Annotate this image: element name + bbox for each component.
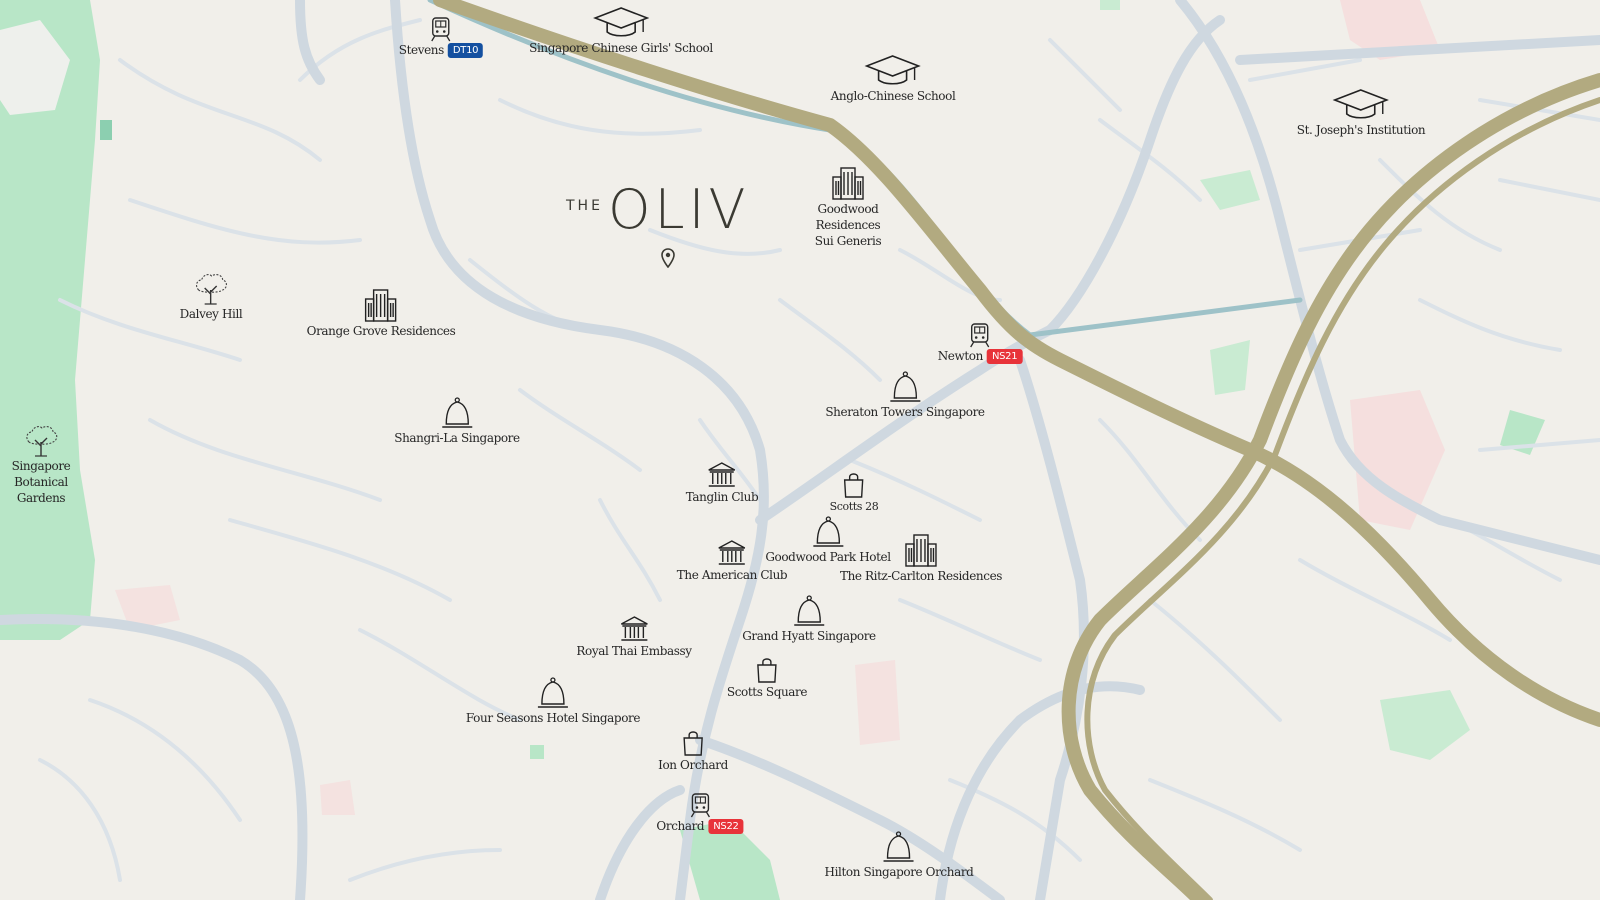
bell-icon xyxy=(890,371,920,402)
school-acs[interactable]: Anglo-Chinese School xyxy=(831,54,956,104)
shopping-scotts-square[interactable]: Scotts Square xyxy=(726,656,808,700)
poi-label: St. Joseph's Institution xyxy=(1296,123,1426,137)
park-dalvey-hill[interactable]: Dalvey Hill xyxy=(180,272,243,322)
poi-label: Singapore Botanical Gardens xyxy=(11,459,71,505)
tree-icon xyxy=(196,274,228,305)
school-scgs[interactable]: Singapore Chinese Girls' School xyxy=(529,6,713,56)
train-icon xyxy=(970,323,990,348)
bell-icon xyxy=(537,677,568,708)
graduation-cap-icon xyxy=(865,55,921,85)
shopping-bag-icon xyxy=(757,658,777,683)
station-label: Newton xyxy=(937,349,984,363)
line-badge: NS22 xyxy=(708,818,744,834)
location-pin-icon xyxy=(661,248,675,268)
poi-label: Shangri-La Singapore xyxy=(394,431,520,445)
park-botanic-gardens[interactable]: Singapore Botanical Gardens xyxy=(1,424,81,506)
club-tanglin[interactable]: Tanglin Club xyxy=(686,461,759,505)
brand-prefix: THE xyxy=(566,198,603,214)
hotel-sheraton[interactable]: Sheraton Towers Singapore xyxy=(825,370,985,420)
station-label: Orchard xyxy=(656,819,705,833)
embassy-royal-thai[interactable]: Royal Thai Embassy xyxy=(576,615,692,659)
poi-label: Singapore Chinese Girls' School xyxy=(529,41,713,55)
bell-icon xyxy=(812,516,843,547)
poi-label: Four Seasons Hotel Singapore xyxy=(465,711,641,725)
classical-building-icon xyxy=(620,616,648,641)
bell-icon xyxy=(883,831,914,862)
bell-icon xyxy=(441,397,472,428)
hotel-shangri-la[interactable]: Shangri-La Singapore xyxy=(394,396,520,446)
train-icon xyxy=(690,793,710,818)
building-icon xyxy=(832,167,864,200)
shopping-bag-icon xyxy=(683,731,703,756)
map[interactable]: THE OLIV Stevens DT10 Newton NS21 Orchar… xyxy=(0,0,1600,900)
poi-label: The American Club xyxy=(676,568,788,582)
poi-label: Sheraton Towers Singapore xyxy=(825,405,985,419)
graduation-cap-icon xyxy=(1333,89,1389,119)
train-icon xyxy=(431,17,451,42)
poi-label: Grand Hyatt Singapore xyxy=(742,629,876,643)
shopping-bag-icon xyxy=(844,473,864,498)
poi-label: Royal Thai Embassy xyxy=(576,644,692,658)
poi-label: Goodwood Residences Sui Generis xyxy=(814,202,882,248)
station-label: Stevens xyxy=(398,43,445,57)
poi-label: Dalvey Hill xyxy=(179,307,243,321)
station-stevens[interactable]: Stevens DT10 xyxy=(398,16,484,58)
brand-name: OLIV xyxy=(608,178,750,241)
tree-icon xyxy=(26,426,58,457)
classical-building-icon xyxy=(718,540,746,565)
brand-logo: THE OLIV xyxy=(566,180,745,276)
graduation-cap-icon xyxy=(592,7,649,37)
poi-label: Orange Grove Residences xyxy=(306,324,456,338)
line-badge: DT10 xyxy=(447,42,484,58)
poi-label: Tanglin Club xyxy=(685,490,759,504)
poi-label: Ion Orchard xyxy=(658,758,728,772)
line-badge: NS21 xyxy=(986,348,1023,364)
poi-label: Scotts 28 xyxy=(829,500,879,513)
shopping-ion-orchard[interactable]: Ion Orchard xyxy=(658,729,728,773)
station-newton[interactable]: Newton NS21 xyxy=(938,322,1023,364)
building-icon xyxy=(365,289,397,322)
building-icon xyxy=(905,534,937,567)
classical-building-icon xyxy=(708,462,736,487)
hotel-four-seasons[interactable]: Four Seasons Hotel Singapore xyxy=(466,676,640,726)
poi-label: Scotts Square xyxy=(726,685,808,699)
station-orchard[interactable]: Orchard NS22 xyxy=(656,792,744,834)
residence-goodwood[interactable]: Goodwood Residences Sui Generis xyxy=(793,165,903,249)
hotel-grand-hyatt[interactable]: Grand Hyatt Singapore xyxy=(742,594,876,644)
hotel-hilton[interactable]: Hilton Singapore Orchard xyxy=(825,830,974,880)
poi-label: The Ritz-Carlton Residences xyxy=(839,569,1003,583)
bell-icon xyxy=(794,595,824,626)
poi-label: Hilton Singapore Orchard xyxy=(824,865,974,879)
club-american[interactable]: The American Club xyxy=(676,539,788,583)
shopping-scotts-28[interactable]: Scotts 28 xyxy=(830,471,879,515)
residence-orange-grove[interactable]: Orange Grove Residences xyxy=(307,287,456,339)
poi-label: Anglo-Chinese School xyxy=(830,89,956,103)
school-sji[interactable]: St. Joseph's Institution xyxy=(1297,88,1426,138)
